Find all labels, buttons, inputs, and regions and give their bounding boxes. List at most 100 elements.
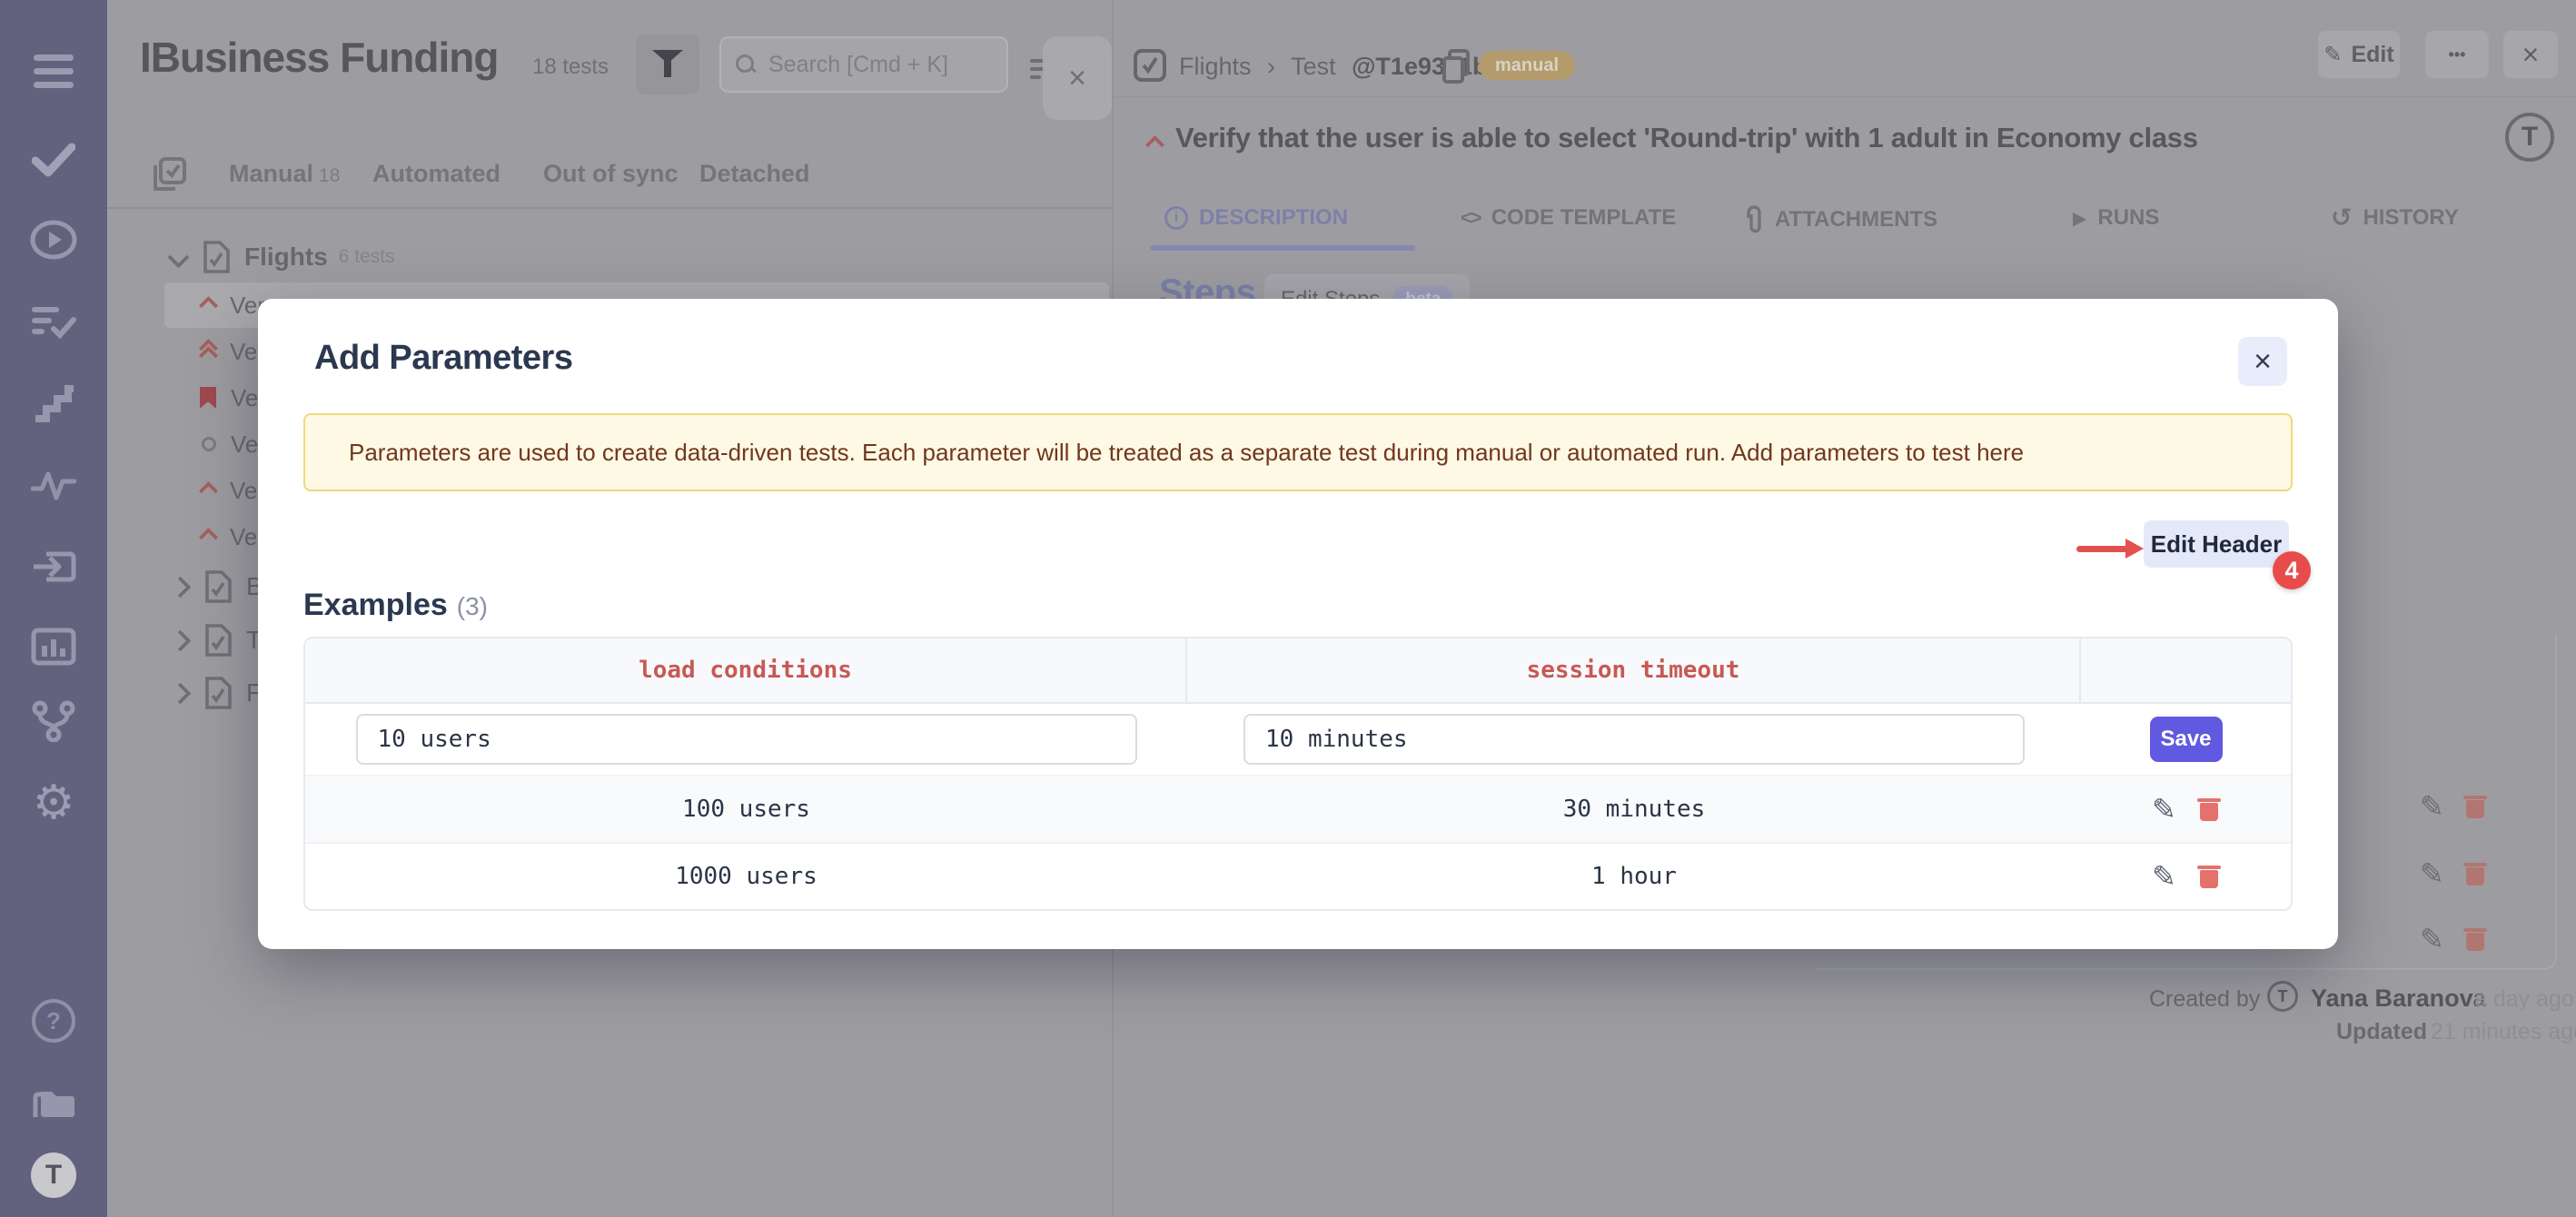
edit-row-icon[interactable]: ✎ [2152,795,2176,824]
filter-button[interactable] [636,35,699,94]
steps-icon[interactable] [28,378,79,429]
tab-runs[interactable]: ▶RUNS [2073,205,2159,231]
test-row[interactable]: Ver [202,468,265,513]
search-box[interactable] [719,36,1008,93]
created-by-label: Created by [2149,986,2260,1013]
test-row[interactable]: Ver [202,329,265,374]
delete-row-icon[interactable] [2464,794,2486,819]
chevron-right-icon[interactable] [169,576,191,598]
history-icon: ↺ [2331,207,2352,229]
pencil-icon: ✎ [2323,40,2342,69]
test-row[interactable]: Ver [202,514,265,559]
suite-row-flights[interactable]: Flights 6 tests [171,234,395,280]
active-tab-underline [1150,245,1415,251]
suite-label: Flights [244,242,328,272]
add-parameters-modal: Add Parameters × Parameters are used to … [258,299,2338,949]
divider [1114,96,2576,97]
tab-out-of-sync[interactable]: Out of sync [543,160,679,188]
updated-label: Updated [2336,1019,2427,1045]
examples-count: (3) [457,592,488,620]
file-check-icon [203,623,233,658]
runs-play-icon[interactable] [28,214,79,265]
edit-row-icon[interactable]: ✎ [2420,792,2444,821]
panel-close-button[interactable]: × [1043,36,1112,120]
app-window: ⚙ ? T IBusiness Funding 18 tests × Manua… [0,0,2576,1217]
paperclip-icon [1744,205,1764,234]
tab-attachments[interactable]: ATTACHMENTS [1744,205,1937,234]
priority-highest-icon [202,341,215,362]
test-row[interactable]: Ver [202,421,266,467]
row-actions: ✎ [2420,925,2486,954]
app-logo[interactable]: T [28,1150,79,1201]
table-header-row: load conditions session timeout [305,638,2291,704]
test-row[interactable]: Ver [200,375,266,421]
tests-check-icon[interactable] [28,134,79,185]
delete-row-icon[interactable] [2198,864,2220,889]
code-icon: <> [1461,206,1481,230]
file-check-icon [203,676,233,710]
menu-icon[interactable] [28,45,79,96]
branch-icon[interactable] [28,696,79,747]
updated-ago: 21 minutes ago [2431,1019,2576,1045]
priority-high-icon [199,480,218,500]
assignee-avatar[interactable]: T [2505,113,2554,162]
tab-code-template[interactable]: <>CODE TEMPLATE [1461,205,1676,231]
project-title: IBusiness Funding [140,33,498,82]
bookmark-icon [200,387,216,409]
tab-description[interactable]: iDESCRIPTION [1164,205,1348,231]
plans-list-check-icon[interactable] [28,296,79,347]
title-priority-icon [1145,135,1164,154]
tab-automated[interactable]: Automated [372,160,500,188]
cell-value: 100 users [682,796,810,823]
row-actions: ✎ [2420,859,2486,888]
column-header: load conditions [639,657,852,684]
info-banner: Parameters are used to create data-drive… [303,413,2293,491]
chevron-right-icon[interactable] [169,629,191,651]
search-input[interactable] [767,51,992,79]
modal-close-button[interactable]: × [2238,337,2287,386]
param-input-session-timeout[interactable] [1243,714,2025,765]
delete-row-icon[interactable] [2464,926,2486,952]
tab-detached[interactable]: Detached [699,160,810,188]
import-icon[interactable] [28,541,79,592]
copy-icon[interactable] [1439,47,1473,85]
close-detail-button[interactable]: × [2503,31,2558,78]
tab-history[interactable]: ↺HISTORY [2331,205,2459,231]
edit-row-icon[interactable]: ✎ [2420,925,2444,954]
cell-value: 30 minutes [1563,796,1706,823]
delete-row-icon[interactable] [2198,796,2220,822]
created-ago: a day ago [2474,986,2574,1013]
priority-none-icon [202,437,216,451]
chevron-right-icon[interactable] [169,682,191,704]
edit-row-icon[interactable]: ✎ [2420,859,2444,888]
tutorial-step-badge: 4 [2273,551,2311,589]
examples-table: load conditions session timeout Save 100… [303,637,2293,911]
pulse-icon[interactable] [28,460,79,510]
edit-header-button[interactable]: Edit Header [2144,520,2289,568]
help-icon[interactable]: ? [28,995,79,1046]
new-example-row: Save [305,704,2291,775]
edit-test-button[interactable]: ✎ Edit [2318,31,2400,78]
files-folder-icon[interactable] [28,1079,79,1130]
analytics-icon[interactable] [28,621,79,672]
select-tests-icon[interactable] [151,156,187,193]
example-row: 100 users 30 minutes ✎ [305,775,2291,842]
settings-gear-icon[interactable]: ⚙ [28,777,79,828]
more-button[interactable]: ••• [2425,31,2489,78]
info-icon: i [1164,206,1188,230]
file-check-icon [201,240,232,274]
tab-manual[interactable]: Manual18 [229,160,340,188]
divider [107,207,1112,209]
edit-row-icon[interactable]: ✎ [2152,862,2176,891]
author-name: Yana Baranova [2311,984,2487,1013]
test-row[interactable]: Ver [202,282,265,328]
cell-value: 1 hour [1591,863,1677,890]
chevron-down-icon[interactable] [167,246,189,268]
delete-row-icon[interactable] [2464,861,2486,886]
app-sidebar: ⚙ ? T [0,0,107,1217]
file-check-icon [203,569,233,604]
search-icon [736,54,756,74]
param-input-load-conditions[interactable] [356,714,1137,765]
close-icon: × [2254,344,2272,380]
save-button[interactable]: Save [2150,717,2223,762]
